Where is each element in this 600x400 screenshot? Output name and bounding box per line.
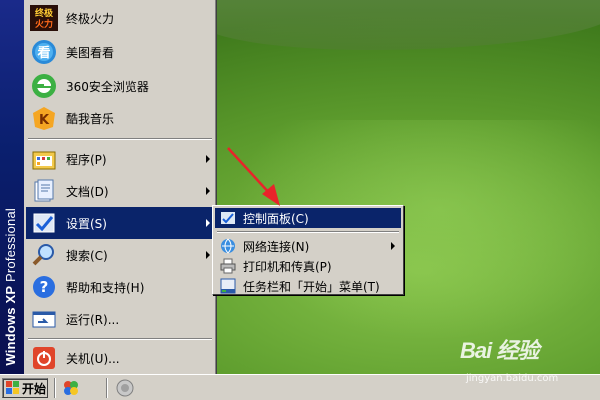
start-button-label: 开始 — [22, 381, 47, 396]
taskbar-window-icon[interactable] — [116, 379, 134, 397]
image-viewer-icon: 看 — [30, 38, 58, 66]
menu-item-label: 关机(U)... — [66, 351, 120, 366]
menu-item-run[interactable]: 运行(R)... — [26, 303, 214, 335]
sky — [200, 0, 600, 50]
settings-icon — [30, 209, 58, 237]
game-logo-icon: 终极 火力 — [30, 4, 58, 32]
menu-item-label: 搜索(C) — [66, 248, 108, 263]
chevron-right-icon — [206, 155, 210, 163]
menu-item-programs[interactable]: 程序(P) — [26, 143, 214, 175]
chevron-right-icon — [206, 187, 210, 195]
menu-item-image-viewer[interactable]: 看 美图看看 — [26, 36, 214, 68]
search-icon — [30, 241, 58, 269]
menu-item-browser[interactable]: 360安全浏览器 — [26, 70, 214, 102]
menu-item-label: 程序(P) — [66, 152, 107, 167]
banner-text: Windows XP Professional — [3, 208, 18, 366]
taskbar-divider — [106, 378, 108, 398]
quicklaunch-app-icon[interactable] — [62, 379, 80, 397]
banner-text-bold: Windows XP — [3, 286, 18, 366]
submenu-item-printers[interactable]: 打印机和传真(P) — [215, 256, 401, 276]
windows-logo-icon — [6, 381, 20, 395]
taskbar-icon — [219, 277, 237, 295]
menu-item-game[interactable]: 终极 火力 终极火力 — [26, 2, 214, 34]
menu-item-help[interactable]: ? 帮助和支持(H) — [26, 271, 214, 303]
taskbar-divider — [54, 378, 56, 398]
svg-text:?: ? — [40, 278, 49, 296]
watermark: Bai 经验 jingyan.baidu.com — [460, 333, 600, 400]
chevron-right-icon — [391, 242, 395, 250]
help-icon: ? — [30, 273, 58, 301]
menu-item-label: 设置(S) — [66, 216, 107, 231]
printer-icon — [219, 257, 237, 275]
submenu-item-label: 打印机和传真(P) — [243, 259, 332, 274]
banner-text-light: Professional — [3, 208, 18, 287]
music-player-icon: K — [30, 104, 58, 132]
menu-item-label: 帮助和支持(H) — [66, 280, 145, 295]
submenu-separator — [217, 231, 399, 233]
watermark-brand: Bai 经验 — [460, 338, 539, 363]
watermark-url: jingyan.baidu.com — [466, 373, 559, 384]
shutdown-icon — [30, 344, 58, 372]
menu-item-label: 酷我音乐 — [66, 111, 115, 126]
chevron-right-icon — [206, 251, 210, 259]
start-menu-list: 终极 火力 终极火力 看 美图看看 360安全浏览器 K 酷我音乐 程序(P) … — [26, 0, 214, 374]
start-button[interactable]: 开始 — [2, 378, 48, 398]
programs-icon — [30, 145, 58, 173]
menu-separator — [28, 138, 212, 140]
run-icon — [30, 305, 58, 333]
menu-separator — [28, 338, 212, 340]
control-panel-icon — [219, 209, 237, 227]
settings-submenu: 控制面板(C) 网络连接(N) 打印机和传真(P) 任务栏和「开始」菜单(T) — [212, 205, 404, 295]
start-menu-banner: Windows XP Professional — [0, 0, 24, 374]
svg-text:火力: 火力 — [35, 18, 53, 30]
network-icon — [219, 237, 237, 255]
chevron-right-icon — [206, 219, 210, 227]
submenu-item-label: 任务栏和「开始」菜单(T) — [243, 279, 380, 294]
menu-item-label: 文档(D) — [66, 184, 109, 199]
menu-item-documents[interactable]: 文档(D) — [26, 175, 214, 207]
svg-text:看: 看 — [37, 45, 50, 61]
svg-text:终极: 终极 — [34, 7, 54, 19]
start-menu: Windows XP Professional 终极 火力 终极火力 看 美图看看… — [0, 0, 216, 374]
menu-item-label: 终极火力 — [66, 11, 115, 26]
menu-item-label: 美图看看 — [66, 45, 115, 60]
submenu-item-label: 网络连接(N) — [243, 239, 310, 254]
menu-item-label: 运行(R)... — [66, 312, 120, 327]
submenu-item-label: 控制面板(C) — [243, 211, 309, 226]
submenu-item-control-panel[interactable]: 控制面板(C) — [215, 208, 401, 228]
submenu-item-taskbar[interactable]: 任务栏和「开始」菜单(T) — [215, 276, 401, 296]
menu-item-music-player[interactable]: K 酷我音乐 — [26, 102, 214, 134]
browser-icon — [30, 72, 58, 100]
svg-text:K: K — [39, 113, 50, 128]
menu-item-settings[interactable]: 设置(S) — [26, 207, 214, 239]
menu-item-shutdown[interactable]: 关机(U)... — [26, 342, 214, 374]
menu-item-search[interactable]: 搜索(C) — [26, 239, 214, 271]
documents-icon — [30, 177, 58, 205]
submenu-item-network[interactable]: 网络连接(N) — [215, 236, 401, 256]
menu-item-label: 360安全浏览器 — [66, 79, 149, 94]
